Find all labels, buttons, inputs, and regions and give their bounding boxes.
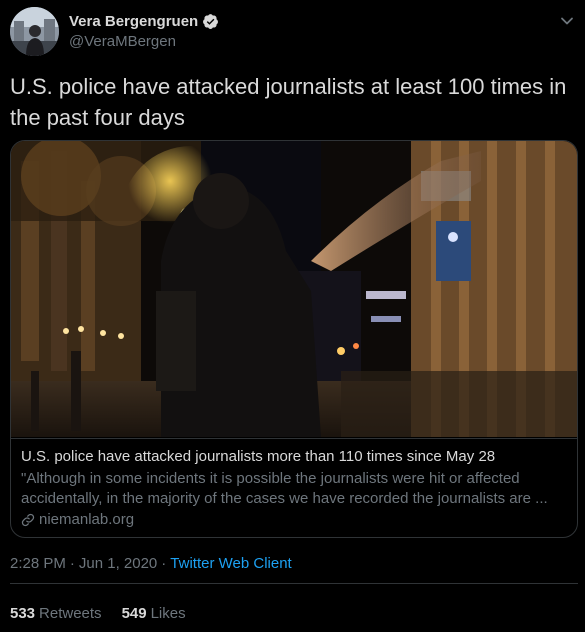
verified-badge-icon	[202, 13, 219, 30]
likes-label: Likes	[150, 605, 186, 622]
avatar[interactable]	[10, 7, 59, 56]
avatar-photo-icon	[10, 7, 59, 56]
card-domain-row: niemanlab.org	[21, 511, 134, 528]
card-domain: niemanlab.org	[39, 511, 135, 528]
tweet-stats: 533 Retweets 549 Likes	[10, 605, 206, 622]
card-description: "Although in some incidents it is possib…	[21, 469, 566, 509]
tweet-text: U.S. police have attacked journalists at…	[10, 74, 567, 130]
meta-separator: ·	[69, 555, 75, 572]
retweets-count: 533	[10, 605, 36, 622]
tweet-header: Vera Bergengruen @VeraMBergen	[10, 7, 575, 57]
retweets-stat[interactable]: 533 Retweets	[10, 605, 102, 622]
display-name-row: Vera Bergengruen	[69, 11, 219, 32]
handle[interactable]: @VeraMBergen	[69, 33, 219, 50]
tweet-meta: 2:28 PM · Jun 1, 2020 · Twitter Web Clie…	[10, 555, 292, 572]
likes-stat[interactable]: 549 Likes	[122, 605, 186, 622]
card-body: U.S. police have attacked journalists mo…	[11, 438, 577, 537]
link-icon	[21, 513, 35, 527]
card-image	[11, 141, 577, 437]
retweets-label: Retweets	[39, 605, 102, 622]
author-block: Vera Bergengruen @VeraMBergen	[69, 11, 219, 50]
likes-count: 549	[121, 605, 147, 622]
divider	[10, 583, 578, 584]
card-description-line-2: accidentally, in the majority of the cas…	[21, 490, 548, 507]
link-card[interactable]: U.S. police have attacked journalists mo…	[10, 140, 578, 538]
chevron-down-icon[interactable]	[559, 13, 575, 29]
tweet-date[interactable]: Jun 1, 2020	[79, 555, 157, 572]
client-link[interactable]: Twitter Web Client	[170, 555, 291, 572]
night-street-protest-photo-icon	[11, 141, 577, 437]
tweet-time[interactable]: 2:28 PM	[10, 555, 66, 572]
display-name[interactable]: Vera Bergengruen	[69, 13, 198, 30]
meta-separator: ·	[161, 555, 167, 572]
card-description-line-1: "Although in some incidents it is possib…	[21, 470, 520, 487]
card-title: U.S. police have attacked journalists mo…	[21, 448, 496, 465]
